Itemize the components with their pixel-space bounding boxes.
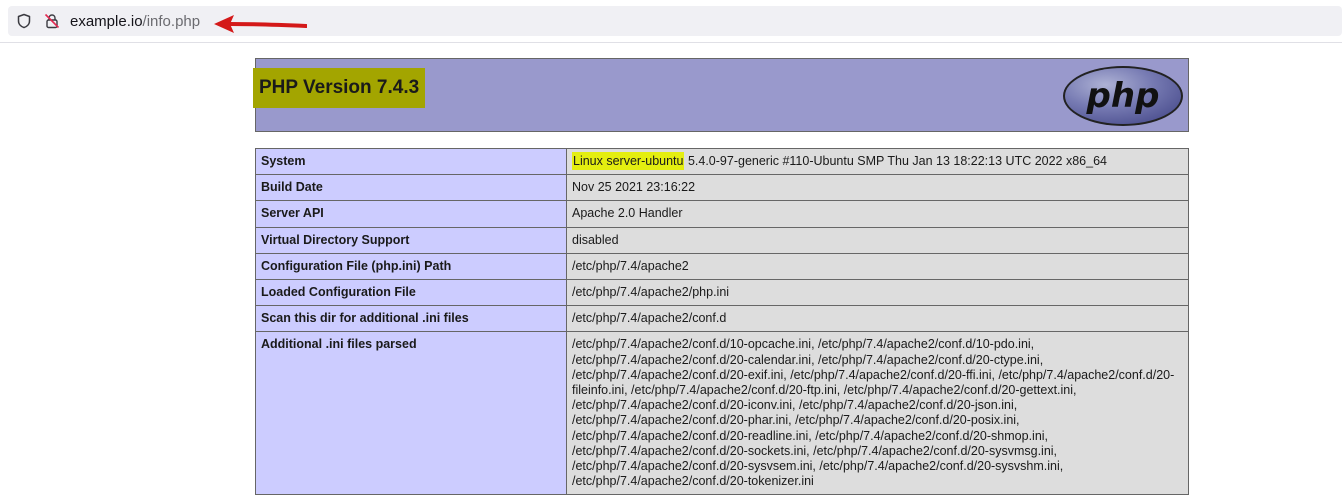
lock-icon[interactable] xyxy=(44,13,60,29)
row-key: Additional .ini files parsed xyxy=(255,331,567,495)
row-value: /etc/php/7.4/apache2/conf.d xyxy=(566,305,1189,333)
row-key: Build Date xyxy=(255,174,567,202)
table-row: Configuration File (php.ini) Path /etc/p… xyxy=(255,252,1189,281)
red-arrow-icon xyxy=(214,15,307,33)
row-value: Apache 2.0 Handler xyxy=(566,200,1189,228)
table-row: Build Date Nov 25 2021 23:16:22 xyxy=(255,174,1189,202)
php-info-table: System Linux server-ubuntu 5.4.0-97-gene… xyxy=(255,147,1189,495)
row-key: Scan this dir for additional .ini files xyxy=(255,305,567,333)
table-row: Scan this dir for additional .ini files … xyxy=(255,305,1189,333)
system-value-rest: 5.4.0-97-generic #110-Ubuntu SMP Thu Jan… xyxy=(684,154,1107,168)
shield-icon[interactable] xyxy=(16,13,32,29)
row-key: Virtual Directory Support xyxy=(255,226,567,254)
row-key: Loaded Configuration File xyxy=(255,279,567,307)
browser-toolbar: example.io/info.php xyxy=(0,0,1342,43)
row-value: Linux server-ubuntu 5.4.0-97-generic #11… xyxy=(566,147,1189,176)
url-field[interactable] xyxy=(8,6,1342,36)
url-path: /info.php xyxy=(142,13,201,30)
row-key: Server API xyxy=(255,200,567,228)
row-value: Nov 25 2021 23:16:22 xyxy=(566,174,1189,202)
table-row: Loaded Configuration File /etc/php/7.4/a… xyxy=(255,279,1189,307)
row-key: Configuration File (php.ini) Path xyxy=(255,252,567,281)
table-row: Additional .ini files parsed /etc/php/7.… xyxy=(255,331,1189,495)
row-value: disabled xyxy=(566,226,1189,254)
row-key: System xyxy=(255,147,567,176)
url-text[interactable]: example.io/info.php xyxy=(70,12,200,32)
php-version-header: PHP Version 7.4.3 php xyxy=(253,58,1189,132)
system-highlight: Linux server-ubuntu xyxy=(572,152,685,170)
row-value: /etc/php/7.4/apache2/conf.d/10-opcache.i… xyxy=(566,331,1189,495)
url-host: example.io xyxy=(70,13,143,30)
php-version-title: PHP Version 7.4.3 xyxy=(253,68,426,108)
table-row: System Linux server-ubuntu 5.4.0-97-gene… xyxy=(255,147,1189,176)
php-logo-text: php xyxy=(1086,76,1160,116)
row-value: /etc/php/7.4/apache2/php.ini xyxy=(566,279,1189,307)
table-row: Virtual Directory Support disabled xyxy=(255,226,1189,254)
php-logo[interactable]: php xyxy=(1061,64,1185,128)
row-value: /etc/php/7.4/apache2 xyxy=(566,252,1189,281)
table-row: Server API Apache 2.0 Handler xyxy=(255,200,1189,228)
